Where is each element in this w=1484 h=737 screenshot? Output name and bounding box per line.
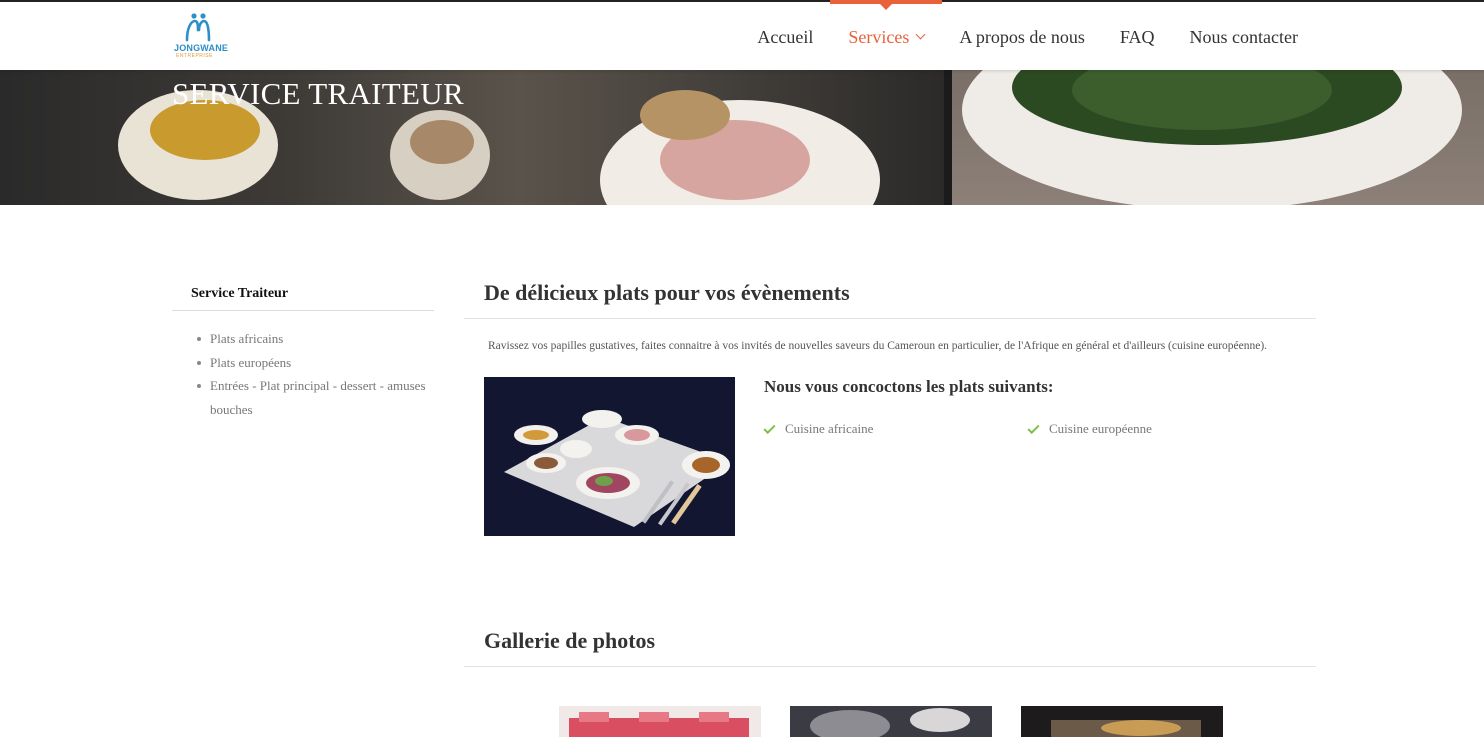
- page-title: SERVICE TRAITEUR: [172, 76, 464, 111]
- nav-item-contact[interactable]: Nous contacter: [1190, 2, 1298, 72]
- chevron-down-icon: [915, 29, 926, 40]
- gallery-photo[interactable]: [790, 706, 992, 737]
- sidebar-item-plats-africains[interactable]: Plats africains: [197, 327, 434, 351]
- food-platter-image: [484, 377, 735, 536]
- sidebar-title: Service Traiteur: [172, 286, 434, 311]
- gallery-photo[interactable]: [1021, 706, 1223, 737]
- sidebar-item-plats-europeens[interactable]: Plats européens: [197, 351, 434, 375]
- section-heading: De délicieux plats pour vos évènements: [464, 280, 1316, 319]
- banner-greens-photo: [952, 70, 1484, 205]
- sidebar: Service Traiteur Plats africains Plats e…: [172, 286, 434, 421]
- intro-paragraph: Ravissez vos papilles gustatives, faites…: [488, 340, 1268, 352]
- check-item-label: Cuisine africaine: [785, 421, 874, 436]
- main-content: De délicieux plats pour vos évènements R…: [464, 280, 1316, 537]
- nav-item-label: A propos de nous: [959, 26, 1085, 47]
- check-item-label: Cuisine européenne: [1049, 421, 1152, 436]
- sidebar-list: Plats africains Plats européens Entrées …: [172, 327, 434, 421]
- check-item-cuisine-europeenne: Cuisine européenne: [1027, 421, 1152, 437]
- hero-banner: SERVICE TRAITEUR: [0, 70, 1484, 205]
- nav-item-label: Accueil: [757, 26, 814, 47]
- sidebar-item-entrees[interactable]: Entrées - Plat principal - dessert - amu…: [197, 374, 434, 421]
- brand-logo[interactable]: JONGWANE ENTREPRISE: [172, 12, 228, 62]
- gallery-heading: Gallerie de photos: [464, 628, 1316, 667]
- top-navbar: JONGWANE ENTREPRISE Accueil Services A p…: [0, 0, 1484, 70]
- gallery-photo[interactable]: [559, 706, 761, 737]
- nav-item-label: Services: [848, 26, 910, 47]
- nav-item-faq[interactable]: FAQ: [1120, 2, 1155, 72]
- logo-wordmark: JONGWANE: [174, 43, 229, 53]
- check-icon: [763, 421, 776, 434]
- banner-food-photo: [0, 70, 944, 205]
- gallery-section: Gallerie de photos: [464, 628, 1316, 667]
- check-icon: [1027, 421, 1040, 434]
- check-item-cuisine-africaine: Cuisine africaine: [763, 421, 874, 437]
- dishes-row: Nous vous concoctons les plats suivants:…: [464, 377, 1316, 537]
- nav-item-label: Nous contacter: [1189, 26, 1298, 47]
- nav-item-accueil[interactable]: Accueil: [757, 2, 813, 72]
- logo-tagline: ENTREPRISE: [176, 53, 213, 59]
- nav-item-a-propos[interactable]: A propos de nous: [959, 2, 1085, 72]
- nav-item-services[interactable]: Services: [830, 0, 943, 72]
- nav-item-label: FAQ: [1119, 26, 1155, 47]
- dishes-subheading: Nous vous concoctons les plats suivants:: [764, 377, 1054, 396]
- logo-people-icon: [185, 13, 211, 42]
- main-nav: Accueil Services A propos de nous FAQ No…: [722, 0, 1298, 72]
